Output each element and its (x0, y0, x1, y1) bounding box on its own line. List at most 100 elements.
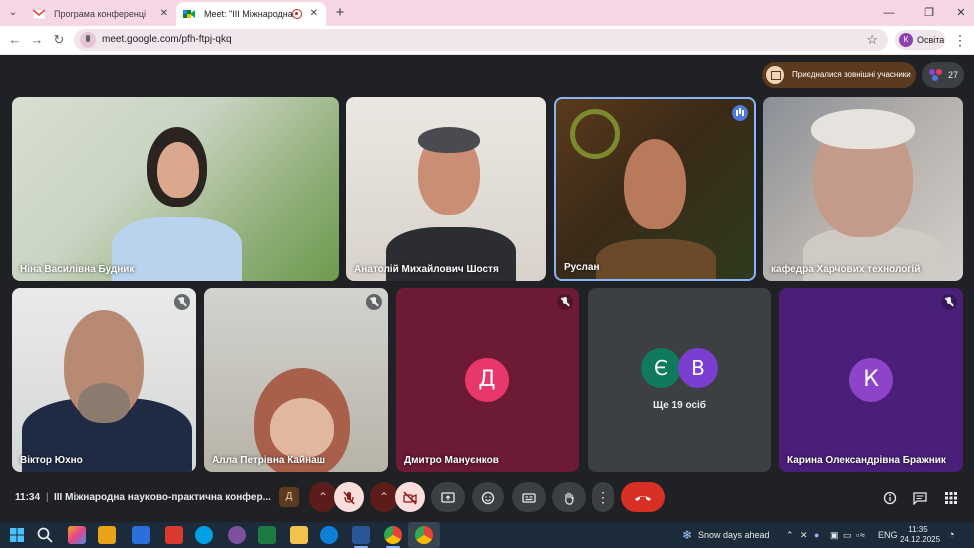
external-participants-icon (766, 66, 784, 84)
emoji-reactions-button[interactable] (472, 482, 504, 512)
edge-icon[interactable] (320, 526, 338, 544)
participant-avatar: В (678, 348, 718, 388)
meeting-info-icon[interactable] (878, 482, 902, 512)
participant-name: Дмитро Мануєнков (404, 455, 499, 466)
close-icon[interactable]: ✕ (310, 2, 318, 26)
captions-button[interactable] (512, 482, 546, 512)
participant-name: Руслан (564, 262, 600, 273)
participant-tile[interactable]: кафедра Харчових технологій (763, 97, 963, 281)
tab-title: Програма конференції 24.12.2 (54, 9, 146, 19)
participant-avatar: К (849, 358, 893, 402)
skype-icon[interactable] (195, 526, 213, 544)
tray-app-icon[interactable]: ▫ (856, 522, 859, 548)
camera-options-chevron-icon[interactable]: ⌃ (370, 482, 398, 512)
camera-off-button[interactable] (395, 482, 425, 512)
copilot-icon[interactable] (68, 526, 86, 544)
leave-call-button[interactable] (621, 482, 665, 512)
participant-name: Алла Петрівна Кайнаш (212, 455, 326, 466)
anydesk-icon[interactable] (165, 526, 183, 544)
participant-count: 27 (948, 70, 959, 80)
tray-app-icon[interactable]: ✕ (800, 522, 808, 548)
camera-off-icon (403, 491, 417, 505)
muted-mic-icon (174, 294, 190, 310)
participant-tile[interactable]: Віктор Юхно (12, 288, 196, 472)
profile-label: Освіта (917, 35, 945, 45)
participant-tile[interactable]: Анатолій Михайлович Шостя (346, 97, 546, 281)
search-icon[interactable] (36, 526, 54, 544)
url-text: meet.google.com/pfh-ftpj-qkq (102, 34, 232, 45)
close-icon[interactable]: ✕ (160, 2, 168, 26)
reload-icon[interactable]: ↻ (50, 31, 68, 49)
mic-off-button[interactable] (334, 482, 364, 512)
profile-button[interactable]: К Освіта (895, 30, 945, 50)
present-screen-button[interactable] (431, 482, 465, 512)
notifications-icon[interactable]: ◔ (948, 522, 955, 548)
wifi-icon[interactable]: ≈ (860, 522, 865, 548)
external-participants-icon[interactable]: Д (279, 487, 299, 507)
participant-tile-speaking[interactable]: Руслан (554, 97, 756, 281)
participant-tile[interactable]: Ніна Василівна Будник (12, 97, 339, 281)
more-options-icon[interactable]: ⋮ (592, 482, 614, 512)
weather-text: Snow days ahead (698, 530, 770, 540)
excel-icon[interactable] (258, 526, 276, 544)
activities-icon[interactable] (939, 482, 963, 512)
word-icon[interactable] (352, 526, 370, 544)
raise-hand-icon (565, 492, 574, 505)
browser-nav-bar: ← → ↻ meet.google.com/pfh-ftpj-qkq ☆ К О… (0, 26, 974, 55)
mic-options-chevron-icon[interactable]: ⌃ (309, 482, 337, 512)
more-participants-label: Ще 19 осіб (653, 400, 706, 411)
address-bar[interactable]: meet.google.com/pfh-ftpj-qkq ☆ (74, 29, 888, 51)
muted-mic-icon (557, 294, 573, 310)
raise-hand-button[interactable] (552, 482, 586, 512)
more-participants-tile[interactable]: Є В Ще 19 осіб (588, 288, 771, 472)
wreath-decoration (570, 109, 620, 159)
people-button[interactable]: 27 (922, 62, 964, 88)
tab-search-chevron-icon[interactable]: ⌄ (4, 4, 22, 22)
participant-name: кафедра Харчових технологій (771, 264, 921, 275)
back-icon[interactable]: ← (6, 31, 24, 49)
maximize-icon[interactable]: ❐ (918, 3, 940, 23)
weather-widget[interactable]: ❄ Snow days ahead (682, 522, 770, 548)
new-tab-button[interactable]: + (330, 3, 350, 23)
mic-site-icon[interactable] (80, 32, 96, 48)
media-player-icon[interactable] (98, 526, 116, 544)
muted-mic-icon (941, 294, 957, 310)
meeting-clock: 11:34 (15, 492, 41, 503)
taskbar-time: 11:35 (908, 525, 928, 534)
external-banner-text: Приєдналися зовнішні учасники (792, 70, 911, 79)
tab-programa[interactable]: Програма конференції 24.12.2 ✕ (26, 2, 176, 26)
browser-menu-icon[interactable]: ⋮ (952, 31, 968, 49)
tray-overflow-icon[interactable]: ⌃ (786, 522, 794, 548)
tray-app-icon[interactable]: ▣ (830, 522, 839, 548)
store-icon[interactable] (132, 526, 150, 544)
taskbar-clock[interactable]: 11:35 24.12.2025 (900, 525, 940, 545)
bookmark-star-icon[interactable]: ☆ (866, 29, 878, 51)
tray-app-icon[interactable]: ▭ (843, 522, 852, 548)
file-explorer-icon[interactable] (290, 526, 308, 544)
captions-icon (522, 493, 536, 503)
taskbar-item-chrome-profile[interactable] (408, 522, 440, 548)
viber-icon[interactable] (228, 526, 246, 544)
chrome-profile-icon (415, 526, 433, 544)
chat-bubble-icon (913, 492, 927, 505)
viber-tray-icon[interactable]: ● (814, 522, 819, 548)
end-call-icon (635, 495, 651, 501)
chrome-icon[interactable] (384, 526, 402, 544)
profile-avatar: К (899, 33, 913, 47)
participant-tile[interactable]: Алла Петрівна Кайнаш (204, 288, 388, 472)
language-indicator[interactable]: ENG (878, 522, 898, 548)
meet-icon (183, 10, 195, 18)
chat-icon[interactable] (908, 482, 932, 512)
participant-video (596, 239, 716, 279)
close-window-icon[interactable]: ✕ (950, 3, 972, 23)
participant-tile[interactable]: Д Дмитро Мануєнков (396, 288, 579, 472)
meeting-title: III Міжнародна науково-практична конфер.… (54, 492, 271, 503)
windows-start-icon[interactable] (8, 526, 26, 544)
forward-icon[interactable]: → (28, 31, 46, 49)
minimize-icon[interactable]: — (878, 3, 900, 23)
tab-title: Meet: "III Міжнародна нау (204, 9, 296, 19)
tab-meet[interactable]: Meet: "III Міжнародна нау ✕ (176, 2, 326, 26)
external-participants-banner[interactable]: Приєдналися зовнішні учасники (762, 62, 916, 88)
separator: | (46, 492, 49, 503)
participant-tile[interactable]: К Карина Олександрівна Бражник (779, 288, 963, 472)
